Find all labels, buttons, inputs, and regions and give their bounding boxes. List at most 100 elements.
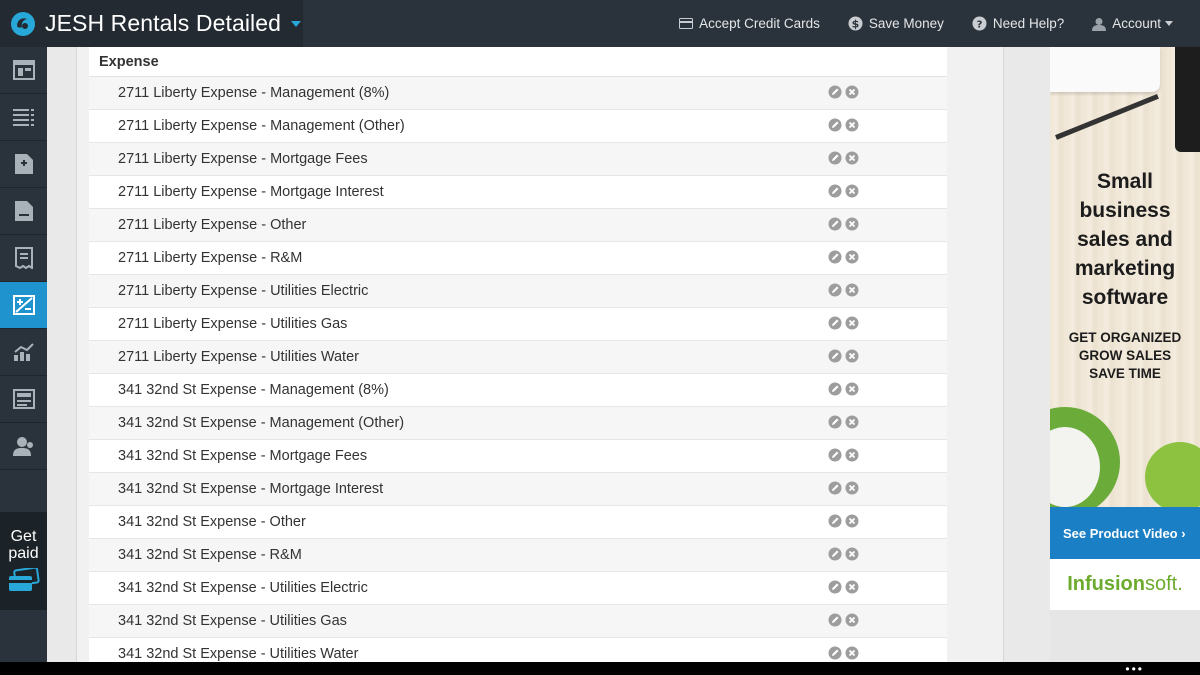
sidebar-item-new-invoice[interactable]: [0, 141, 47, 188]
delete-icon[interactable]: [845, 514, 859, 528]
sidebar-item-reports[interactable]: [0, 329, 47, 376]
sidebar-item-list[interactable]: [0, 94, 47, 141]
delete-icon[interactable]: [845, 151, 859, 165]
row-actions: [828, 151, 862, 165]
delete-icon[interactable]: [845, 250, 859, 264]
delete-icon[interactable]: [845, 118, 859, 132]
edit-icon[interactable]: [828, 316, 842, 330]
sidebar-item-cards[interactable]: [0, 376, 47, 423]
expense-row[interactable]: 341 32nd St Expense - Management (8%): [89, 374, 947, 407]
expense-row[interactable]: 2711 Liberty Expense - Mortgage Fees: [89, 143, 947, 176]
expense-row-label: 2711 Liberty Expense - Utilities Gas: [118, 316, 348, 332]
expense-row[interactable]: 341 32nd St Expense - Other: [89, 506, 947, 539]
edit-icon[interactable]: [828, 283, 842, 297]
expense-row[interactable]: 2711 Liberty Expense - Other: [89, 209, 947, 242]
expense-row-label: 341 32nd St Expense - Utilities Water: [118, 646, 359, 662]
get-paid-button[interactable]: Get paid: [0, 512, 47, 610]
row-actions: [828, 481, 862, 495]
edit-icon[interactable]: [828, 151, 842, 165]
sidebar-item-receipts[interactable]: [0, 235, 47, 282]
section-header: Expense: [89, 47, 947, 77]
ad-headline-line: Small: [1096, 170, 1154, 193]
delete-icon[interactable]: [845, 415, 859, 429]
accept-credit-cards-link[interactable]: Accept Credit Cards: [679, 16, 820, 31]
credit-card-icon: [679, 18, 694, 29]
list-icon: [12, 109, 34, 126]
ad-sub-line: GET ORGANIZED: [1068, 330, 1182, 345]
save-money-link[interactable]: $ Save Money: [848, 16, 944, 31]
expense-row-label: 2711 Liberty Expense - Mortgage Fees: [118, 151, 368, 167]
expense-row[interactable]: 341 32nd St Expense - R&M: [89, 539, 947, 572]
svg-text:$: $: [852, 18, 860, 31]
delete-icon[interactable]: [845, 217, 859, 231]
edit-icon[interactable]: [828, 184, 842, 198]
edit-icon[interactable]: [828, 481, 842, 495]
expense-row[interactable]: 2711 Liberty Expense - Utilities Electri…: [89, 275, 947, 308]
top-nav: Accept Credit Cards $ Save Money ? Need …: [651, 0, 1173, 47]
app-switcher[interactable]: JESH Rentals Detailed: [0, 0, 303, 47]
sidebar-item-accounting[interactable]: [0, 282, 47, 329]
sidebar-item-documents[interactable]: [0, 188, 47, 235]
sidebar-item-dashboard[interactable]: [0, 47, 47, 94]
delete-icon[interactable]: [845, 349, 859, 363]
delete-icon[interactable]: [845, 580, 859, 594]
delete-icon[interactable]: [845, 613, 859, 627]
delete-icon[interactable]: [845, 646, 859, 660]
edit-icon[interactable]: [828, 448, 842, 462]
edit-icon[interactable]: [828, 349, 842, 363]
expense-row[interactable]: 2711 Liberty Expense - R&M: [89, 242, 947, 275]
expense-row[interactable]: 341 32nd St Expense - Management (Other): [89, 407, 947, 440]
expense-row[interactable]: 341 32nd St Expense - Mortgage Fees: [89, 440, 947, 473]
delete-icon[interactable]: [845, 283, 859, 297]
edit-icon[interactable]: [828, 382, 842, 396]
edit-icon[interactable]: [828, 547, 842, 561]
expense-row[interactable]: 341 32nd St Expense - Mortgage Interest: [89, 473, 947, 506]
see-product-video-button[interactable]: See Product Video ›: [1050, 507, 1200, 559]
expense-row-label: 2711 Liberty Expense - Utilities Water: [118, 349, 359, 365]
more-options-icon[interactable]: •••: [1125, 663, 1144, 675]
edit-icon[interactable]: [828, 613, 842, 627]
edit-icon[interactable]: [828, 646, 842, 660]
account-menu[interactable]: Account: [1092, 16, 1173, 31]
expense-row-label: 341 32nd St Expense - Management (8%): [118, 382, 389, 398]
edit-icon[interactable]: [828, 250, 842, 264]
expense-row[interactable]: 341 32nd St Expense - Utilities Water: [89, 638, 947, 662]
row-actions: [828, 184, 862, 198]
edit-icon[interactable]: [828, 514, 842, 528]
expense-row[interactable]: 2711 Liberty Expense - Utilities Water: [89, 341, 947, 374]
row-actions: [828, 415, 862, 429]
sidebar-item-contacts[interactable]: [0, 423, 47, 470]
edit-icon[interactable]: [828, 118, 842, 132]
ad-brand-logo: Infusion soft.: [1050, 559, 1200, 610]
expense-row[interactable]: 2711 Liberty Expense - Management (8%): [89, 77, 947, 110]
expense-row[interactable]: 341 32nd St Expense - Utilities Electric: [89, 572, 947, 605]
edit-icon[interactable]: [828, 580, 842, 594]
expense-row[interactable]: 2711 Liberty Expense - Management (Other…: [89, 110, 947, 143]
accept-credit-cards-label: Accept Credit Cards: [699, 16, 820, 31]
expense-row-label: 341 32nd St Expense - R&M: [118, 547, 302, 563]
ad-headline-line: business: [1079, 199, 1171, 222]
row-actions: [828, 514, 862, 528]
delete-icon[interactable]: [845, 85, 859, 99]
sidebar: Get paid: [0, 47, 47, 662]
edit-icon[interactable]: [828, 217, 842, 231]
delete-icon[interactable]: [845, 316, 859, 330]
delete-icon[interactable]: [845, 481, 859, 495]
delete-icon[interactable]: [845, 382, 859, 396]
edit-icon[interactable]: [828, 415, 842, 429]
document-icon: [14, 201, 33, 221]
advertisement[interactable]: Small business sales and marketing softw…: [1050, 47, 1200, 610]
need-help-link[interactable]: ? Need Help?: [972, 16, 1064, 31]
expense-row[interactable]: 341 32nd St Expense - Utilities Gas: [89, 605, 947, 638]
content-frame: Expense 2711 Liberty Expense - Managemen…: [76, 47, 1004, 662]
expense-row[interactable]: 2711 Liberty Expense - Utilities Gas: [89, 308, 947, 341]
edit-icon[interactable]: [828, 85, 842, 99]
delete-icon[interactable]: [845, 547, 859, 561]
expense-row-label: 2711 Liberty Expense - Management (Other…: [118, 118, 405, 134]
delete-icon[interactable]: [845, 448, 859, 462]
ad-brand-part: soft.: [1144, 573, 1183, 595]
row-actions: [828, 547, 862, 561]
expense-row-label: 341 32nd St Expense - Utilities Electric: [118, 580, 368, 596]
expense-row[interactable]: 2711 Liberty Expense - Mortgage Interest: [89, 176, 947, 209]
delete-icon[interactable]: [845, 184, 859, 198]
